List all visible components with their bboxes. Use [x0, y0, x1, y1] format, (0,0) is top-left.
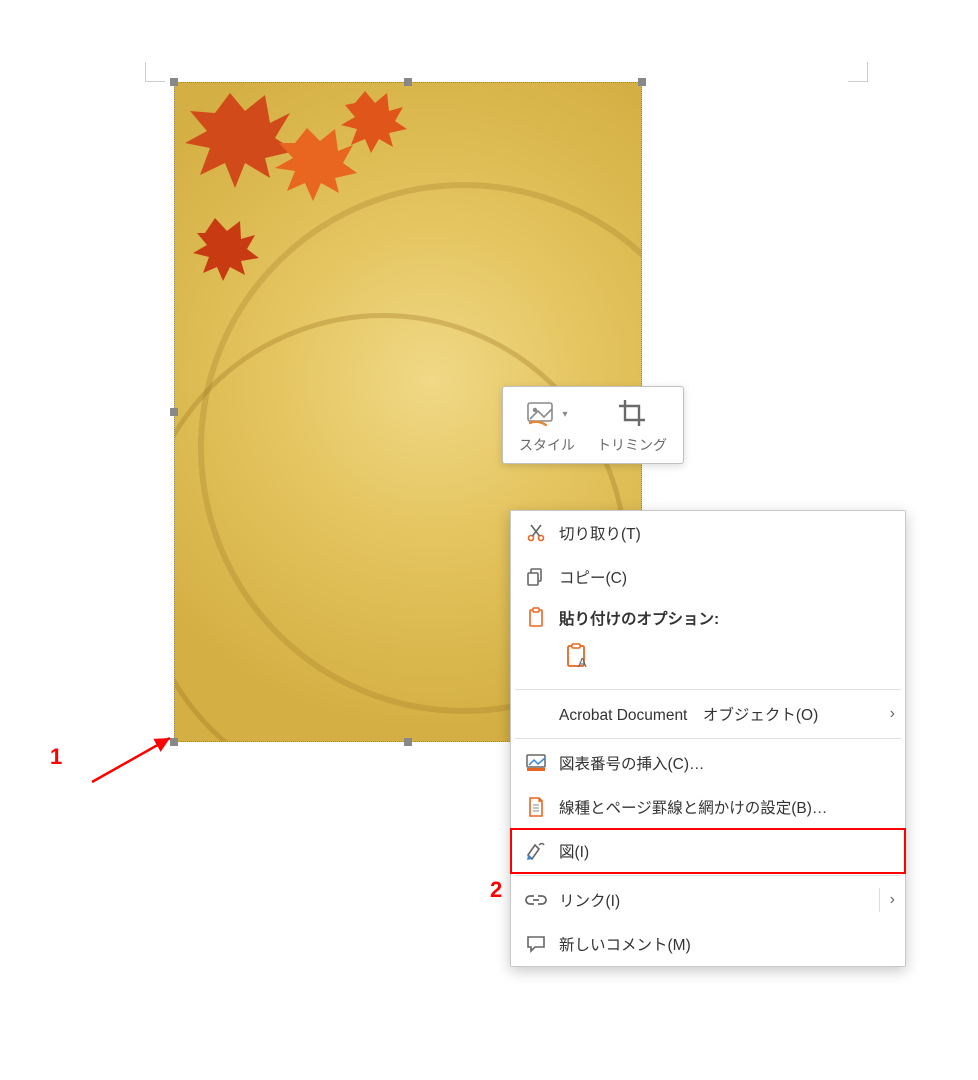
- annotation-1: 1: [50, 744, 62, 770]
- crop-button[interactable]: トリミング: [593, 395, 671, 457]
- paste-keep-text-button[interactable]: A: [559, 639, 597, 677]
- page-icon: [523, 794, 549, 820]
- svg-text:A: A: [578, 655, 587, 670]
- borders-label: 線種とページ罫線と網かけの設定(B)…: [559, 796, 895, 818]
- comment-icon: [523, 931, 549, 957]
- menu-link[interactable]: リンク(I) ›: [511, 878, 905, 922]
- page-corner-top-right: [848, 62, 868, 82]
- picture-style-button[interactable]: ▾ スタイル: [515, 395, 579, 457]
- menu-paste-options-header: 貼り付けのオプション:: [511, 599, 905, 637]
- style-label: スタイル: [519, 435, 575, 455]
- menu-separator: [515, 738, 901, 739]
- copy-icon: [523, 564, 549, 590]
- menu-insert-caption[interactable]: 図表番号の挿入(C)…: [511, 741, 905, 785]
- image-mini-toolbar: ▾ スタイル トリミング: [502, 386, 684, 464]
- picture-label: 図(I): [559, 840, 895, 862]
- paste-text-icon: A: [564, 642, 592, 675]
- trim-label: トリミング: [597, 435, 667, 455]
- menu-cut[interactable]: 切り取り(T): [511, 511, 905, 555]
- image-caption-icon: [523, 750, 549, 776]
- crop-icon: [617, 398, 647, 431]
- link-label: リンク(I): [559, 889, 879, 911]
- menu-copy[interactable]: コピー(C): [511, 555, 905, 599]
- menu-separator: [515, 875, 901, 876]
- chevron-down-icon: ▾: [562, 409, 567, 420]
- menu-acrobat-object[interactable]: Acrobat Document オブジェクト(O) ›: [511, 692, 905, 736]
- resize-handle-nw[interactable]: [170, 78, 178, 86]
- resize-handle-s[interactable]: [404, 738, 412, 746]
- menu-format-picture[interactable]: 図(I): [511, 829, 905, 873]
- annotation-arrow-1: [82, 732, 182, 788]
- menu-new-comment[interactable]: 新しいコメント(M): [511, 922, 905, 966]
- page-corner-top-left: [145, 62, 165, 82]
- menu-separator: [515, 689, 901, 690]
- menu-borders-shading[interactable]: 線種とページ罫線と網かけの設定(B)…: [511, 785, 905, 829]
- blank-icon: [523, 701, 549, 727]
- annotation-2: 2: [490, 877, 502, 903]
- chevron-right-icon[interactable]: ›: [879, 888, 895, 912]
- paste-options-label: 貼り付けのオプション:: [559, 607, 895, 629]
- cut-label: 切り取り(T): [559, 522, 895, 544]
- resize-handle-ne[interactable]: [638, 78, 646, 86]
- insert-caption-label: 図表番号の挿入(C)…: [559, 752, 895, 774]
- cut-icon: [523, 520, 549, 546]
- acrobat-object-label: Acrobat Document オブジェクト(O): [559, 703, 884, 725]
- clipboard-icon: [523, 605, 549, 631]
- paste-options-row: A: [511, 637, 905, 687]
- picture-style-icon: [526, 399, 560, 430]
- resize-handle-w[interactable]: [170, 408, 178, 416]
- copy-label: コピー(C): [559, 566, 895, 588]
- new-comment-label: 新しいコメント(M): [559, 933, 895, 955]
- image-context-menu: 切り取り(T) コピー(C) 貼り付けのオプション: A: [510, 510, 906, 967]
- resize-handle-n[interactable]: [404, 78, 412, 86]
- format-picture-icon: [523, 838, 549, 864]
- link-icon: [523, 887, 549, 913]
- chevron-right-icon: ›: [884, 705, 895, 723]
